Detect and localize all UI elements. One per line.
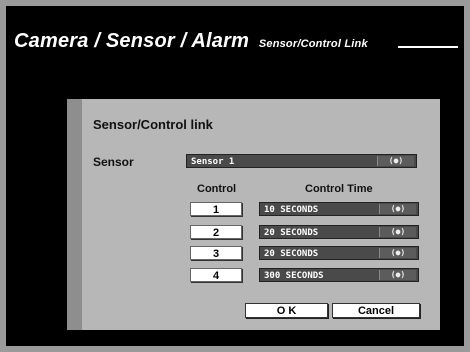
control-time-header: Control Time [305,183,373,195]
screen: Camera / Sensor / Alarm Sensor/Control L… [6,6,464,346]
page-title: Camera / Sensor / Alarm Sensor/Control L… [14,30,368,53]
sensor-select-value: Sensor 1 [191,157,235,167]
control-time-4-value: 300 SECONDS [264,271,324,281]
sensor-select[interactable]: Sensor 1 (●) [186,154,417,168]
control-time-2-value: 20 SECONDS [264,228,319,238]
control-time-1-select[interactable]: 10 SECONDS (●) [259,202,419,216]
sensor-control-dialog: Sensor/Control link Sensor Sensor 1 (●) … [67,99,440,330]
control-2-button[interactable]: 2 [190,225,242,239]
control-time-1-button[interactable]: (●) [379,204,416,214]
control-time-1-value: 10 SECONDS [264,205,319,215]
sensor-select-button[interactable]: (●) [377,156,414,166]
control-3-button[interactable]: 3 [190,246,242,260]
control-time-2-select[interactable]: 20 SECONDS (●) [259,225,419,239]
title-underline [398,46,458,48]
control-time-4-select[interactable]: 300 SECONDS (●) [259,268,419,282]
page-subtitle: Sensor/Control Link [258,38,368,50]
control-header: Control [197,183,237,195]
control-time-3-select[interactable]: 20 SECONDS (●) [259,246,419,260]
control-time-3-value: 20 SECONDS [264,249,319,259]
ok-button[interactable]: O K [245,303,328,318]
control-1-button[interactable]: 1 [190,202,242,216]
page-title-main: Camera / Sensor / Alarm [14,30,250,52]
dialog-title: Sensor/Control link [93,117,213,132]
cancel-button[interactable]: Cancel [332,303,420,318]
control-time-4-button[interactable]: (●) [379,270,416,280]
control-time-2-button[interactable]: (●) [379,227,416,237]
control-4-button[interactable]: 4 [190,268,242,282]
control-time-3-button[interactable]: (●) [379,248,416,258]
sensor-label: Sensor [93,155,134,169]
dialog-side-strip [67,99,82,330]
